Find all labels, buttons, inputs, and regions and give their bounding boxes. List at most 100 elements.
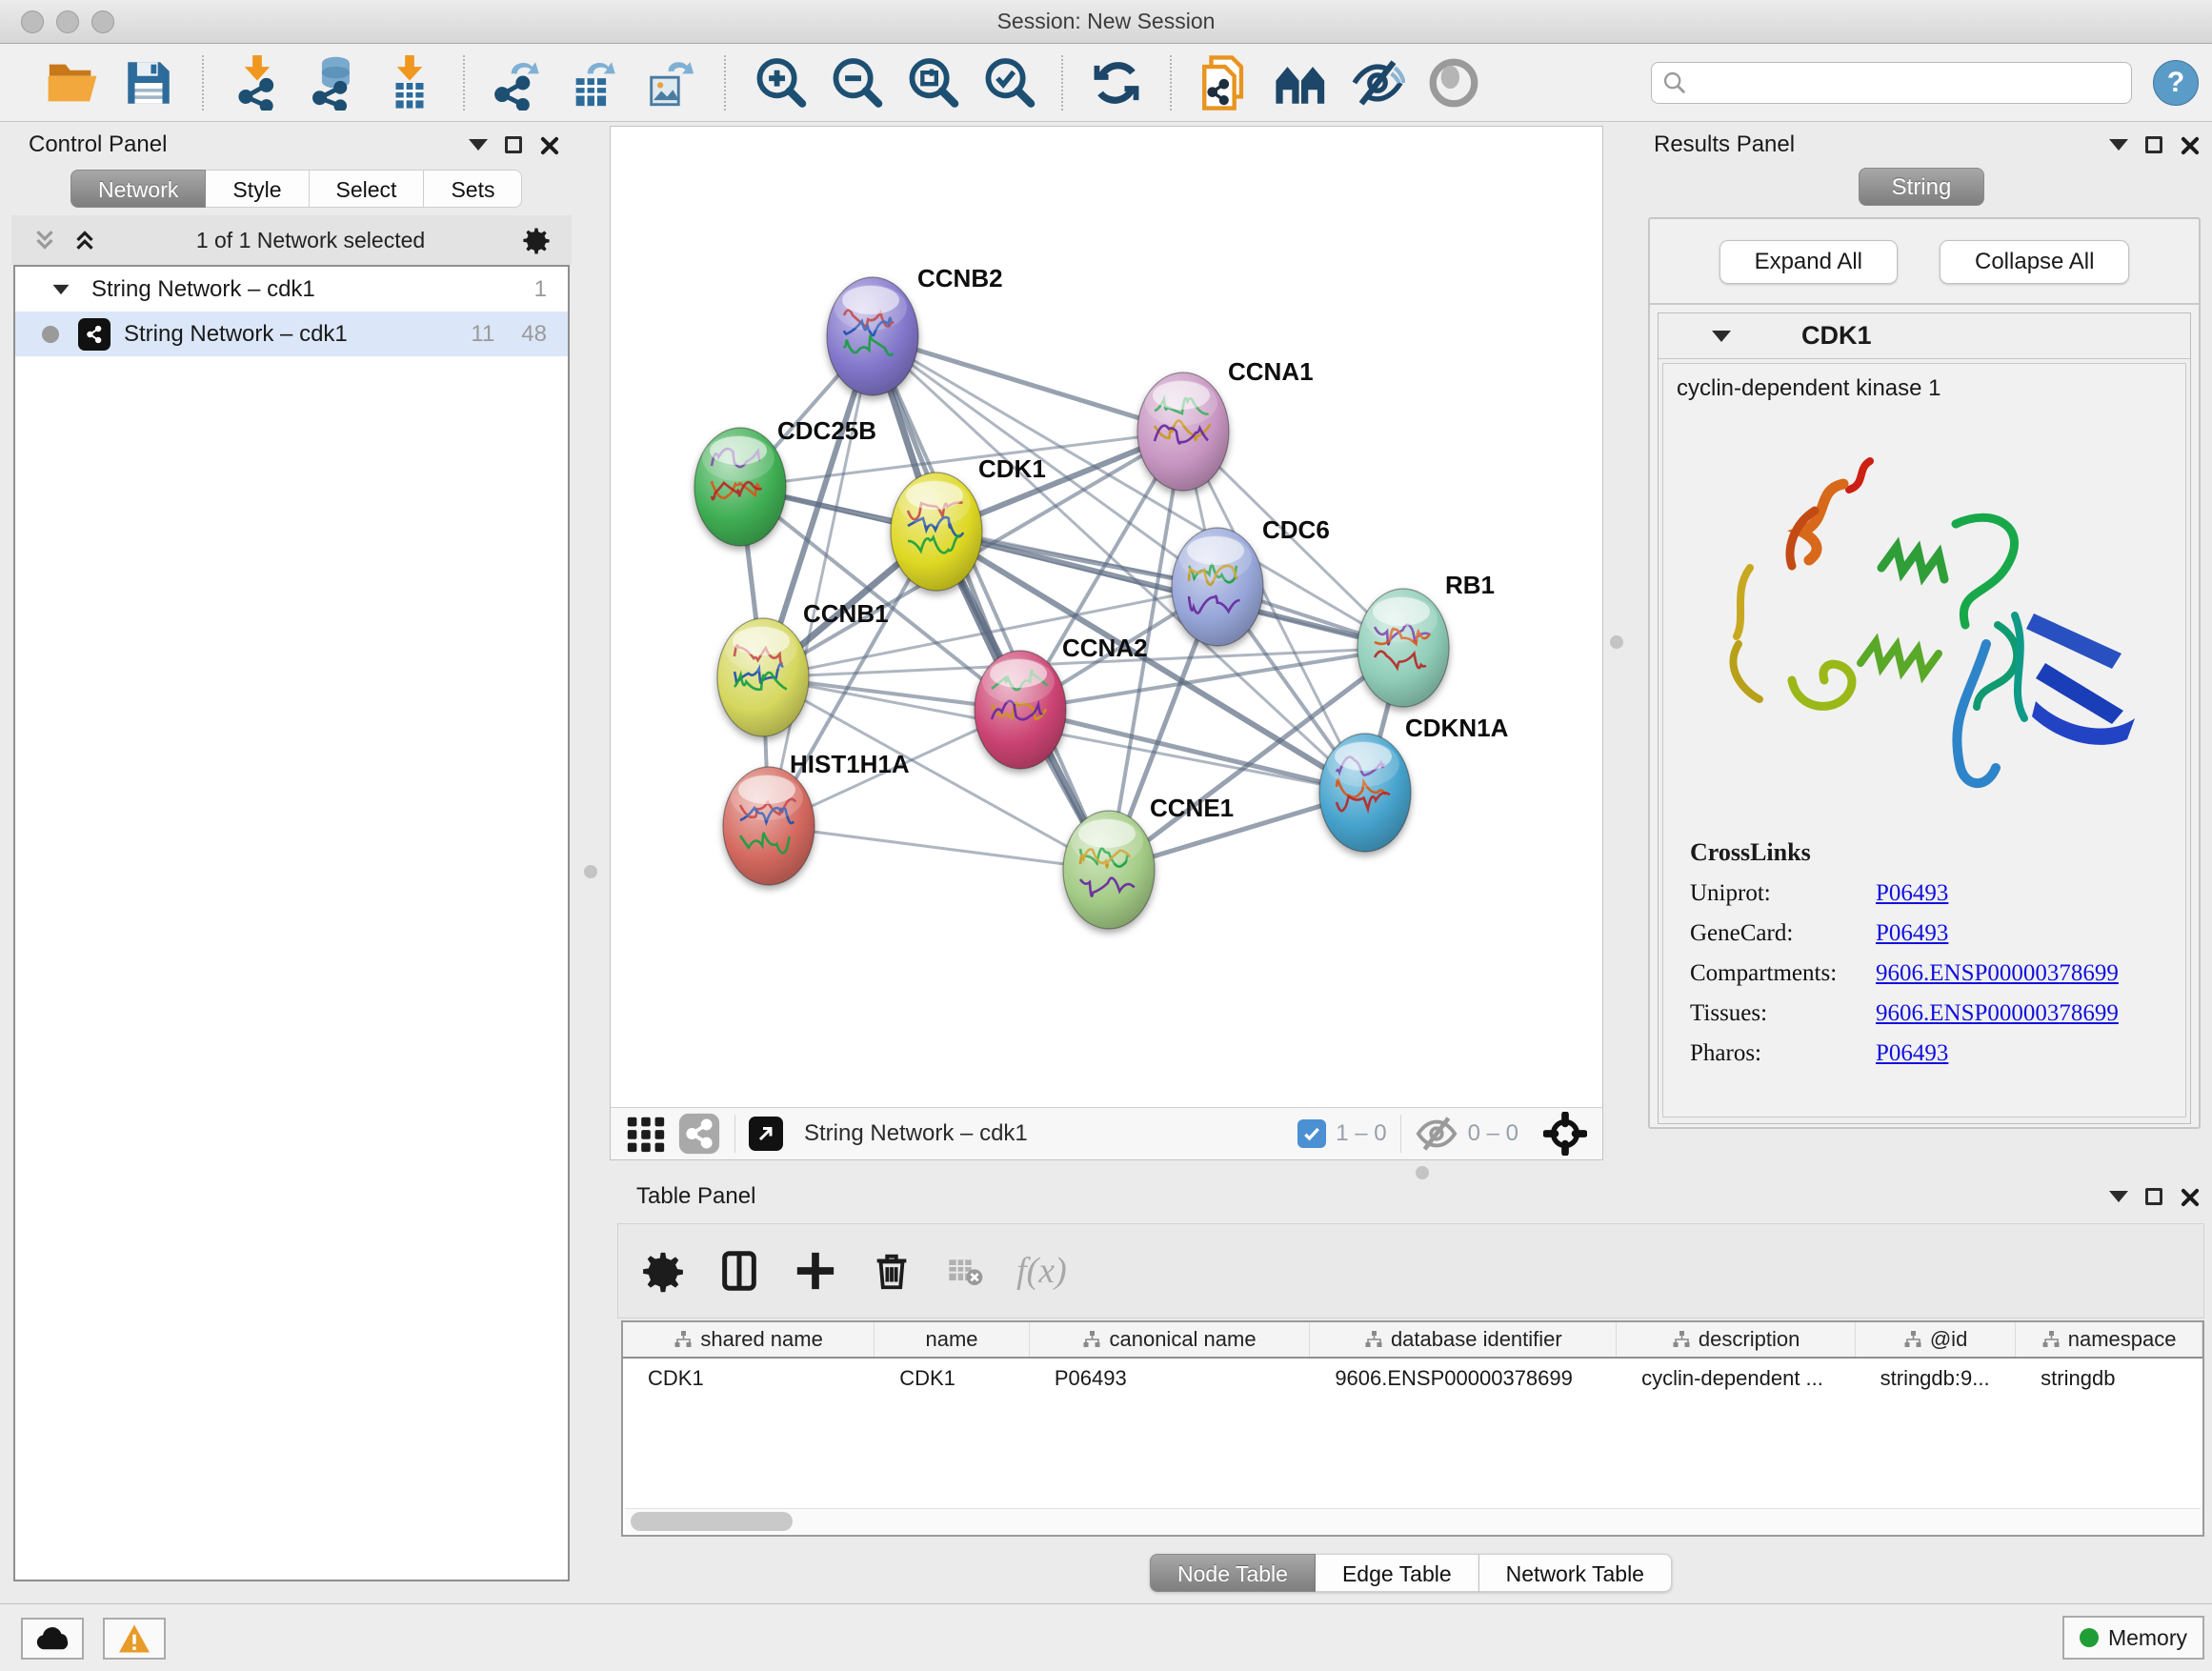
tab-node-table[interactable]: Node Table <box>1150 1554 1316 1592</box>
grid-view-icon[interactable] <box>624 1112 668 1156</box>
network-node-CCNE1[interactable] <box>1063 811 1155 929</box>
crosslink-link[interactable]: 9606.ENSP00000378699 <box>1876 960 2119 987</box>
toolbar-separator <box>202 55 204 111</box>
crosslink-link[interactable]: P06493 <box>1876 1040 1948 1067</box>
import-network-file-icon[interactable] <box>230 55 285 111</box>
vertical-splitter-handle[interactable] <box>1610 635 1623 649</box>
new-network-from-selection-icon[interactable] <box>1197 55 1253 111</box>
network-collection-row[interactable]: String Network – cdk1 1 <box>15 267 568 312</box>
edge-CCNB2-CCNA1[interactable] <box>873 336 1183 432</box>
add-column-icon[interactable] <box>794 1249 837 1293</box>
zoom-in-icon[interactable] <box>752 55 807 111</box>
network-node-CDC6[interactable] <box>1172 528 1263 646</box>
network-node-CCNA1[interactable] <box>1137 372 1229 491</box>
column-header-description[interactable]: description <box>1617 1322 1856 1357</box>
collapse-all-icon[interactable] <box>30 226 59 254</box>
panel-float-icon[interactable] <box>505 136 522 153</box>
tree-expand-icon[interactable] <box>53 284 70 293</box>
table-cell[interactable]: stringdb <box>2016 1366 2202 1391</box>
export-table-icon[interactable] <box>567 55 622 111</box>
import-table-icon[interactable] <box>382 55 437 111</box>
network-node-CDC25B[interactable] <box>694 428 786 546</box>
zoom-fit-icon[interactable] <box>904 55 959 111</box>
selected-nodes-checkbox[interactable] <box>1297 1119 1326 1148</box>
tab-network[interactable]: Network <box>70 170 206 208</box>
birdseye-view-icon[interactable] <box>749 1117 783 1151</box>
table-cell[interactable]: P06493 <box>1030 1366 1310 1391</box>
crosshair-icon[interactable] <box>1543 1112 1587 1156</box>
horizontal-splitter-handle[interactable] <box>1416 1166 1429 1179</box>
open-file-icon[interactable] <box>45 55 100 111</box>
network-node-CCNB2[interactable] <box>827 277 918 395</box>
hide-selected-icon[interactable] <box>1350 55 1405 111</box>
table-cell[interactable]: CDK1 <box>875 1366 1030 1391</box>
network-node-CDK1[interactable] <box>891 473 982 591</box>
network-node-RB1[interactable] <box>1357 589 1449 707</box>
edge-HIST1H1A-CCNE1[interactable] <box>769 826 1109 870</box>
panel-menu-icon[interactable] <box>2109 1191 2128 1202</box>
import-network-database-icon[interactable] <box>306 55 361 111</box>
table-cell[interactable]: cyclin-dependent ... <box>1617 1366 1856 1391</box>
network-node-CCNB1[interactable] <box>717 618 809 736</box>
table-gear-icon[interactable] <box>641 1249 685 1293</box>
column-header-database-identifier[interactable]: database identifier <box>1310 1322 1617 1357</box>
tab-sets[interactable]: Sets <box>424 170 522 208</box>
zoom-out-icon[interactable] <box>828 55 883 111</box>
network-row-selected[interactable]: String Network – cdk1 11 48 <box>15 312 568 356</box>
show-columns-icon[interactable] <box>717 1249 761 1293</box>
panel-menu-icon[interactable] <box>469 139 488 151</box>
export-image-icon[interactable] <box>643 55 698 111</box>
zoom-selected-icon[interactable] <box>980 55 1036 111</box>
cdk1-section-header[interactable]: CDK1 <box>1659 313 2190 359</box>
first-neighbors-icon[interactable] <box>1274 55 1329 111</box>
search-input[interactable] <box>1688 63 2122 103</box>
table-cell[interactable]: stringdb:9... <box>1856 1366 2017 1391</box>
network-node-CCNA2[interactable] <box>975 651 1066 769</box>
help-icon[interactable]: ? <box>2153 60 2199 106</box>
vertical-splitter-handle[interactable] <box>584 865 597 878</box>
cloud-status-button[interactable] <box>21 1618 84 1660</box>
column-header-canonical-name[interactable]: canonical name <box>1030 1322 1311 1357</box>
section-collapse-icon[interactable] <box>1712 331 1731 342</box>
tab-edge-table[interactable]: Edge Table <box>1316 1554 1479 1592</box>
export-network-icon[interactable] <box>491 55 546 111</box>
edge-CCNB2-CCNE1[interactable] <box>873 336 1109 870</box>
table-row[interactable]: CDK1CDK1P064939606.ENSP00000378699cyclin… <box>623 1359 2202 1399</box>
crosslink-link[interactable]: P06493 <box>1876 920 1948 947</box>
table-cell[interactable]: 9606.ENSP00000378699 <box>1310 1366 1617 1391</box>
save-session-icon[interactable] <box>121 55 176 111</box>
network-node-HIST1H1A[interactable] <box>723 767 814 885</box>
panel-float-icon[interactable] <box>2145 1188 2162 1205</box>
edge-CDK1-RB1[interactable] <box>936 532 1403 648</box>
table-cell[interactable]: CDK1 <box>623 1366 875 1391</box>
panel-close-icon[interactable] <box>2180 1187 2199 1206</box>
panel-float-icon[interactable] <box>2145 136 2162 153</box>
crosslink-link[interactable]: P06493 <box>1876 880 1948 907</box>
expand-all-button[interactable]: Expand All <box>1719 240 1898 284</box>
table-horizontal-scrollbar[interactable] <box>625 1508 2201 1533</box>
column-header-namespace[interactable]: namespace <box>2016 1322 2202 1357</box>
column-header-shared-name[interactable]: shared name <box>623 1322 875 1357</box>
network-view-icon[interactable] <box>677 1112 721 1156</box>
expand-all-icon[interactable] <box>70 226 99 254</box>
tab-network-table[interactable]: Network Table <box>1479 1554 1672 1592</box>
network-canvas[interactable]: CCNB2CCNA1CDC25BCDK1CDC6RB1CCNB1CCNA2CDK… <box>611 127 1602 1107</box>
memory-button[interactable]: Memory <box>2062 1616 2204 1660</box>
tab-style[interactable]: Style <box>206 170 309 208</box>
delete-column-icon[interactable] <box>870 1249 914 1293</box>
panel-menu-icon[interactable] <box>2109 139 2128 151</box>
tab-select[interactable]: Select <box>310 170 425 208</box>
network-node-CDKN1A[interactable] <box>1319 734 1411 852</box>
collapse-all-button[interactable]: Collapse All <box>1940 240 2129 284</box>
tab-string[interactable]: String <box>1859 168 1985 206</box>
warning-button[interactable] <box>103 1618 166 1660</box>
panel-close-icon[interactable] <box>539 135 558 154</box>
apply-layout-icon[interactable] <box>1089 55 1144 111</box>
crosslink-link[interactable]: 9606.ENSP00000378699 <box>1876 1000 2119 1027</box>
column-header-@id[interactable]: @id <box>1856 1322 2016 1357</box>
scrollbar-thumb[interactable] <box>631 1512 793 1531</box>
column-header-name[interactable]: name <box>875 1322 1029 1357</box>
gear-icon[interactable] <box>522 226 551 254</box>
show-all-icon[interactable] <box>1426 55 1481 111</box>
panel-close-icon[interactable] <box>2180 135 2199 154</box>
